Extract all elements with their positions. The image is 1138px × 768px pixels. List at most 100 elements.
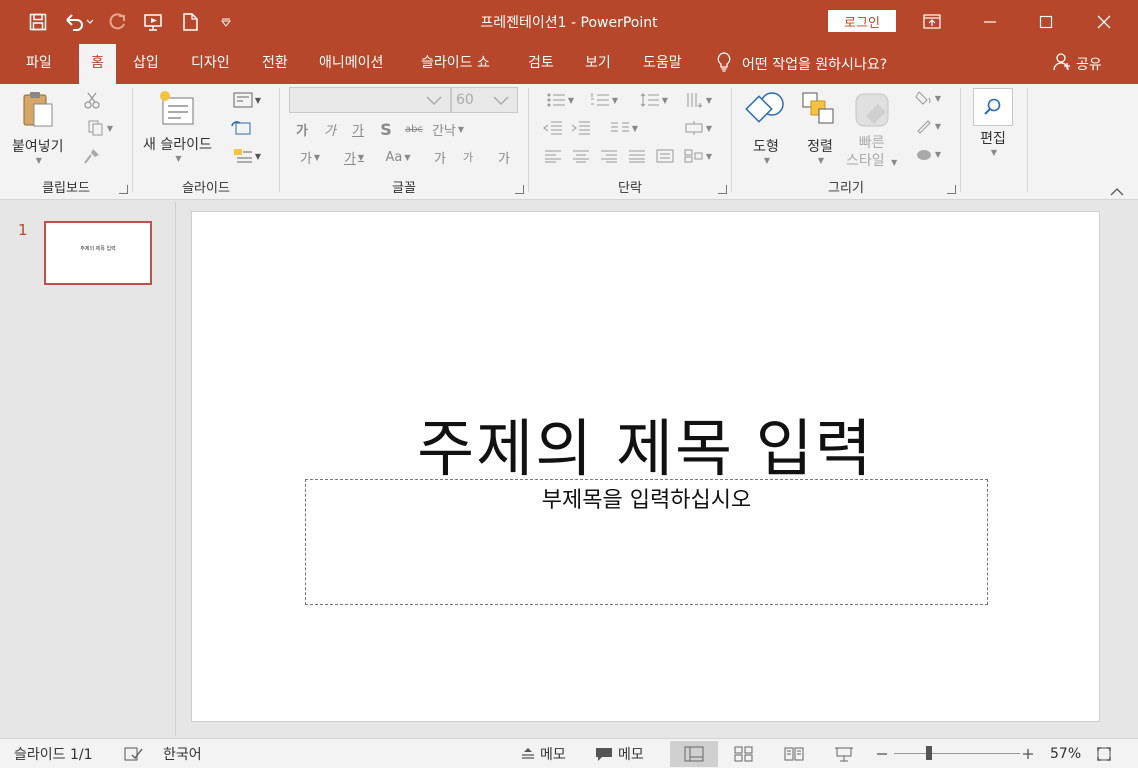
italic-button[interactable]: 가 <box>318 119 342 139</box>
redo-icon[interactable] <box>104 8 132 36</box>
increase-indent-icon[interactable] <box>569 118 593 138</box>
justify-icon[interactable] <box>625 146 649 166</box>
shape-outline-icon[interactable]: ▼ <box>908 116 948 136</box>
font-color-button[interactable]: 가 ▼ <box>334 147 374 167</box>
tab-review[interactable]: 검토 <box>516 44 566 84</box>
tab-help[interactable]: 도움말 <box>631 44 694 84</box>
text-direction-icon[interactable]: ▼ <box>679 90 717 110</box>
comments-button[interactable]: 메모 <box>594 739 644 768</box>
shrink-font-button[interactable]: 가 <box>456 147 480 167</box>
new-slide-button[interactable]: 새 슬라이드 ▼ <box>143 90 212 163</box>
close-icon[interactable] <box>1076 0 1132 44</box>
shape-effects-icon[interactable]: ▼ <box>908 144 948 164</box>
normal-view-icon[interactable] <box>670 741 718 767</box>
font-group: 60 가 가 가 S abc 간낙 ▼ 가 ▼ 가 ▼ Aa ▼ 가 가 가 글꼴 <box>280 84 528 200</box>
change-case-button[interactable]: Aa ▼ <box>378 147 418 167</box>
font-group-label: 글꼴 <box>392 181 416 196</box>
bold-button[interactable]: 가 <box>290 119 314 139</box>
clear-formatting-button[interactable]: 가 <box>492 147 516 167</box>
decrease-indent-icon[interactable] <box>541 118 565 138</box>
tab-view[interactable]: 보기 <box>573 44 623 84</box>
shape-fill-icon[interactable]: ▼ <box>908 88 948 108</box>
font-dialog-launcher[interactable] <box>515 185 524 194</box>
arrange-dropdown-icon[interactable]: ▼ <box>818 156 824 165</box>
login-button[interactable]: 로그인 <box>828 10 896 32</box>
line-spacing-icon[interactable]: ▼ <box>635 90 673 110</box>
highlight-button[interactable]: 가 ▼ <box>290 147 330 167</box>
quick-styles-button[interactable]: 빠른 스타일 ▼ <box>846 90 897 172</box>
paragraph-dialog-launcher[interactable] <box>718 185 727 194</box>
vertical-scrollbar[interactable] <box>1122 201 1138 736</box>
share-button[interactable]: 공유 <box>1052 44 1102 84</box>
font-name-combo[interactable] <box>289 87 451 113</box>
smartart-icon[interactable]: ▼ <box>679 146 717 166</box>
reset-slide-icon[interactable] <box>229 118 253 138</box>
new-file-icon[interactable] <box>176 8 204 36</box>
tab-design[interactable]: 디자인 <box>179 44 242 84</box>
tab-transitions[interactable]: 전환 <box>250 44 300 84</box>
start-slideshow-icon[interactable] <box>140 8 168 36</box>
columns-icon[interactable]: ▼ <box>605 118 643 138</box>
subtitle-placeholder[interactable]: 부제목을 입력하십시오 <box>305 479 988 605</box>
highlight-label: 가 <box>299 151 312 167</box>
copy-icon[interactable]: ▼ <box>80 118 120 138</box>
notes-button[interactable]: 메모 <box>520 739 566 768</box>
tab-file[interactable]: 파일 <box>14 44 64 84</box>
arrange-button[interactable]: 정렬 ▼ <box>800 90 840 165</box>
zoom-slider-track[interactable] <box>894 753 1020 754</box>
shapes-dropdown-icon[interactable]: ▼ <box>764 156 770 165</box>
zoom-slider-thumb[interactable] <box>926 746 932 760</box>
zoom-level[interactable]: 57% <box>1050 739 1081 768</box>
shapes-button[interactable]: 도형 ▼ <box>744 90 788 165</box>
slideshow-view-icon[interactable] <box>820 741 868 767</box>
maximize-icon[interactable] <box>1018 0 1074 44</box>
editing-dropdown-icon[interactable]: ▼ <box>991 148 997 157</box>
section-icon[interactable]: ▼ <box>229 146 265 166</box>
slide-canvas[interactable]: 주제의 제목 입력 부제목을 입력하십시오 <box>191 211 1100 722</box>
editing-button[interactable]: 편집 ▼ <box>973 88 1013 157</box>
format-painter-icon[interactable] <box>80 146 104 166</box>
reading-view-icon[interactable] <box>770 741 818 767</box>
align-left-icon[interactable] <box>541 146 565 166</box>
zoom-in-icon[interactable] <box>1022 739 1034 768</box>
paste-icon <box>20 90 56 134</box>
font-size-combo[interactable]: 60 <box>451 87 518 113</box>
tab-animations[interactable]: 애니메이션 <box>307 44 395 84</box>
align-text-icon[interactable]: ▼ <box>679 118 717 138</box>
language[interactable]: 한국어 <box>163 739 202 768</box>
cut-icon[interactable] <box>80 90 104 110</box>
tab-slideshow[interactable]: 슬라이드 쇼 <box>409 44 502 84</box>
layout-icon[interactable]: ▼ <box>229 90 265 110</box>
paste-button[interactable]: 붙여넣기 ▼ <box>12 90 64 165</box>
grow-font-button[interactable]: 가 <box>428 147 452 167</box>
underline-button[interactable]: 가 <box>346 119 370 139</box>
tab-home[interactable]: 홈 <box>79 44 116 84</box>
numbering-icon[interactable]: ▼ <box>585 90 623 110</box>
paste-dropdown-icon[interactable]: ▼ <box>36 156 42 165</box>
character-spacing-button[interactable]: 간낙 ▼ <box>430 119 466 139</box>
customize-qat-icon[interactable] <box>212 8 240 36</box>
collapse-ribbon-icon[interactable] <box>1110 185 1124 196</box>
clipboard-dialog-launcher[interactable] <box>119 185 128 194</box>
drawing-dialog-launcher[interactable] <box>947 185 956 194</box>
slide-sorter-view-icon[interactable] <box>720 741 768 767</box>
spell-check-icon[interactable] <box>124 739 144 768</box>
new-slide-dropdown-icon[interactable]: ▼ <box>175 154 181 163</box>
text-shadow-button[interactable]: S <box>374 119 398 139</box>
undo-icon[interactable] <box>60 8 96 36</box>
strikethrough-button[interactable]: abc <box>402 119 426 139</box>
bullets-icon[interactable]: ▼ <box>541 90 579 110</box>
minimize-icon[interactable] <box>962 0 1018 44</box>
slide-thumbnail[interactable]: 주제의 제목 입력 <box>44 221 152 285</box>
align-center-icon[interactable] <box>569 146 593 166</box>
zoom-out-icon[interactable] <box>876 739 888 768</box>
align-right-icon[interactable] <box>597 146 621 166</box>
distributed-icon[interactable] <box>653 146 677 166</box>
slide-title[interactable]: 주제의 제목 입력 <box>192 398 1099 488</box>
save-icon[interactable] <box>24 8 52 36</box>
ribbon-display-options-icon[interactable] <box>904 0 960 44</box>
tab-insert[interactable]: 삽입 <box>121 44 171 84</box>
quick-access-toolbar <box>24 8 248 36</box>
fit-to-window-icon[interactable] <box>1096 739 1112 768</box>
tell-me-search[interactable]: 어떤 작업을 원하시나요? <box>716 44 887 84</box>
